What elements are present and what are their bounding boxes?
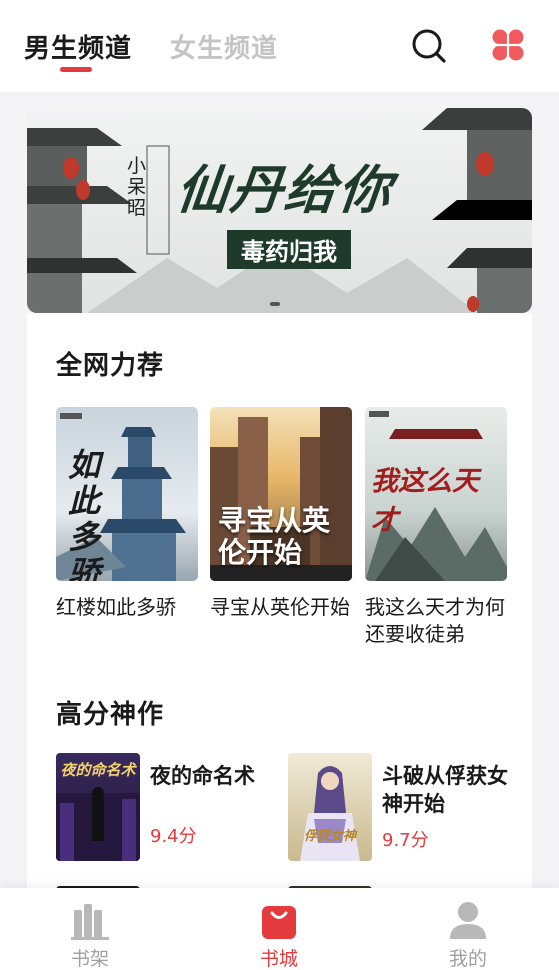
active-tab-indicator xyxy=(60,67,92,72)
nav-item-profile[interactable]: 我的 xyxy=(418,888,518,970)
book-title[interactable]: 我这么天才为何还要收徒弟 xyxy=(365,594,507,648)
bookshelf-icon xyxy=(71,904,109,940)
nav-item-bookstore[interactable]: 书城 xyxy=(229,888,329,970)
banner-page-indicator xyxy=(270,302,280,306)
cover-title: 我这么天才 xyxy=(371,466,479,536)
nav-label: 书城 xyxy=(259,948,298,970)
section-title-top-rated: 高分神作 xyxy=(56,700,165,730)
cover-title: 如此多骄 xyxy=(68,446,101,581)
bookstore-bag-icon xyxy=(262,906,296,939)
book-title[interactable]: 红楼如此多骄 xyxy=(56,594,198,621)
book-cover[interactable]: 俘获女神 xyxy=(288,753,372,861)
book-title[interactable]: 寻宝从英伦开始 xyxy=(210,594,352,621)
banner-author: 小呆昭 xyxy=(127,155,147,219)
book-cover[interactable]: 如此多骄 xyxy=(56,407,198,581)
book-title[interactable]: 夜的命名术 xyxy=(150,762,290,790)
tab-female-channel[interactable]: 女生频道 xyxy=(170,28,278,65)
book-score: 9.7分 xyxy=(382,830,429,851)
page: 男生频道 女生频道 小呆昭 仙丹给你 毒药归我 全网力荐 如此多骄 红楼如此多骄… xyxy=(0,0,559,970)
cover-art xyxy=(300,766,360,861)
banner-title: 仙丹给你 xyxy=(173,160,396,221)
cover-title: 俘获女神 xyxy=(303,829,356,844)
user-icon xyxy=(450,902,486,939)
book-score: 9.4分 xyxy=(150,826,197,847)
bottom-navigation: 书架 书城 我的 xyxy=(0,888,559,970)
category-grid-icon[interactable] xyxy=(491,28,525,62)
nav-label: 书架 xyxy=(70,948,109,970)
content-card: 全网力荐 如此多骄 红楼如此多骄 寻宝从英伦开始 寻宝从英伦开始 我这么天才 我… xyxy=(27,313,532,913)
search-icon[interactable] xyxy=(411,28,447,64)
book-cover[interactable]: 夜的命名术 xyxy=(56,753,140,861)
book-title[interactable]: 斗破从俘获女神开始 xyxy=(382,762,522,818)
nav-label: 我的 xyxy=(448,948,487,970)
cover-title: 寻宝从英伦开始 xyxy=(218,504,331,569)
channel-header: 男生频道 女生频道 xyxy=(0,0,559,92)
book-cover[interactable]: 我这么天才 xyxy=(365,407,507,581)
cover-title: 夜的命名术 xyxy=(60,761,136,779)
book-cover[interactable]: 寻宝从英伦开始 xyxy=(210,407,352,581)
banner-subtitle: 毒药归我 xyxy=(227,230,351,269)
section-title-recommend: 全网力荐 xyxy=(56,351,165,381)
promo-banner[interactable]: 小呆昭 仙丹给你 毒药归我 xyxy=(27,108,532,313)
nav-item-bookshelf[interactable]: 书架 xyxy=(40,888,140,970)
tab-male-channel[interactable]: 男生频道 xyxy=(24,28,132,65)
